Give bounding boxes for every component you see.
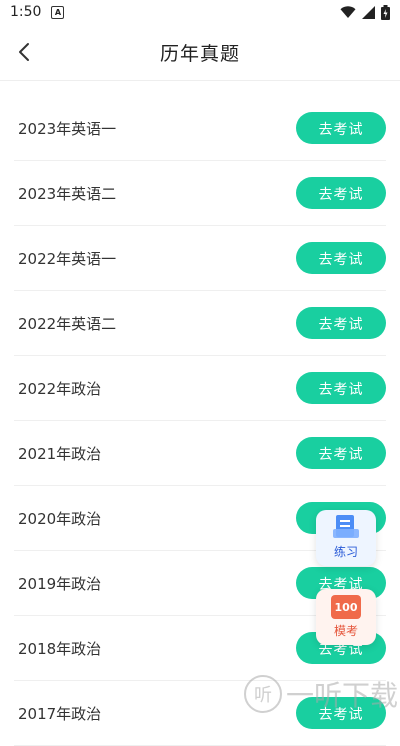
status-time: 1:50: [10, 4, 42, 20]
practice-float-button[interactable]: 练习: [316, 510, 376, 566]
page-title: 历年真题: [159, 43, 240, 65]
list-item: 2021年政治 去考试: [14, 421, 386, 486]
notification-icon: A: [51, 5, 65, 19]
signal-icon: [362, 5, 375, 19]
watermark-text: 一听下载: [285, 679, 398, 712]
mock-exam-label: 模考: [333, 624, 358, 638]
battery-icon: [381, 4, 390, 20]
list-item: 2022年政治 去考试: [14, 356, 386, 421]
exam-title: 2022年英语一: [18, 250, 117, 268]
take-exam-button[interactable]: 去考试: [296, 437, 386, 469]
score-100-icon: 100: [331, 595, 361, 619]
app-header: 历年真题: [0, 24, 400, 81]
wifi-icon: [340, 5, 356, 18]
list-item: 2023年英语二 去考试: [14, 161, 386, 226]
watermark-logo-icon: 听: [243, 675, 282, 713]
take-exam-button[interactable]: 去考试: [296, 112, 386, 144]
watermark: 听 一听下载: [243, 674, 398, 714]
take-exam-button[interactable]: 去考试: [296, 242, 386, 274]
exam-title: 2019年政治: [18, 575, 102, 593]
take-exam-button[interactable]: 去考试: [296, 307, 386, 339]
status-bar: 1:50 A: [0, 0, 400, 24]
mock-exam-float-button[interactable]: 100 模考: [316, 589, 376, 645]
exam-title: 2018年政治: [18, 640, 102, 658]
document-icon: [333, 515, 359, 538]
exam-title: 2021年政治: [18, 445, 102, 463]
exam-title: 2023年英语二: [18, 185, 117, 203]
exam-title: 2022年英语二: [18, 315, 117, 333]
exam-title: 2017年政治: [18, 705, 102, 723]
score-icon-text: 100: [334, 600, 358, 614]
list-item: 2022年英语一 去考试: [14, 226, 386, 291]
practice-label: 练习: [333, 545, 358, 559]
list-item: 2022年英语二 去考试: [14, 291, 386, 356]
take-exam-button[interactable]: 去考试: [296, 372, 386, 404]
exam-title: 2023年英语一: [18, 120, 117, 138]
exam-title: 2020年政治: [18, 510, 102, 528]
exam-list: 2023年英语一 去考试 2023年英语二 去考试 2022年英语一 去考试 2…: [0, 96, 400, 746]
take-exam-button[interactable]: 去考试: [296, 177, 386, 209]
list-item: 2023年英语一 去考试: [14, 96, 386, 161]
exam-title: 2022年政治: [18, 380, 102, 398]
